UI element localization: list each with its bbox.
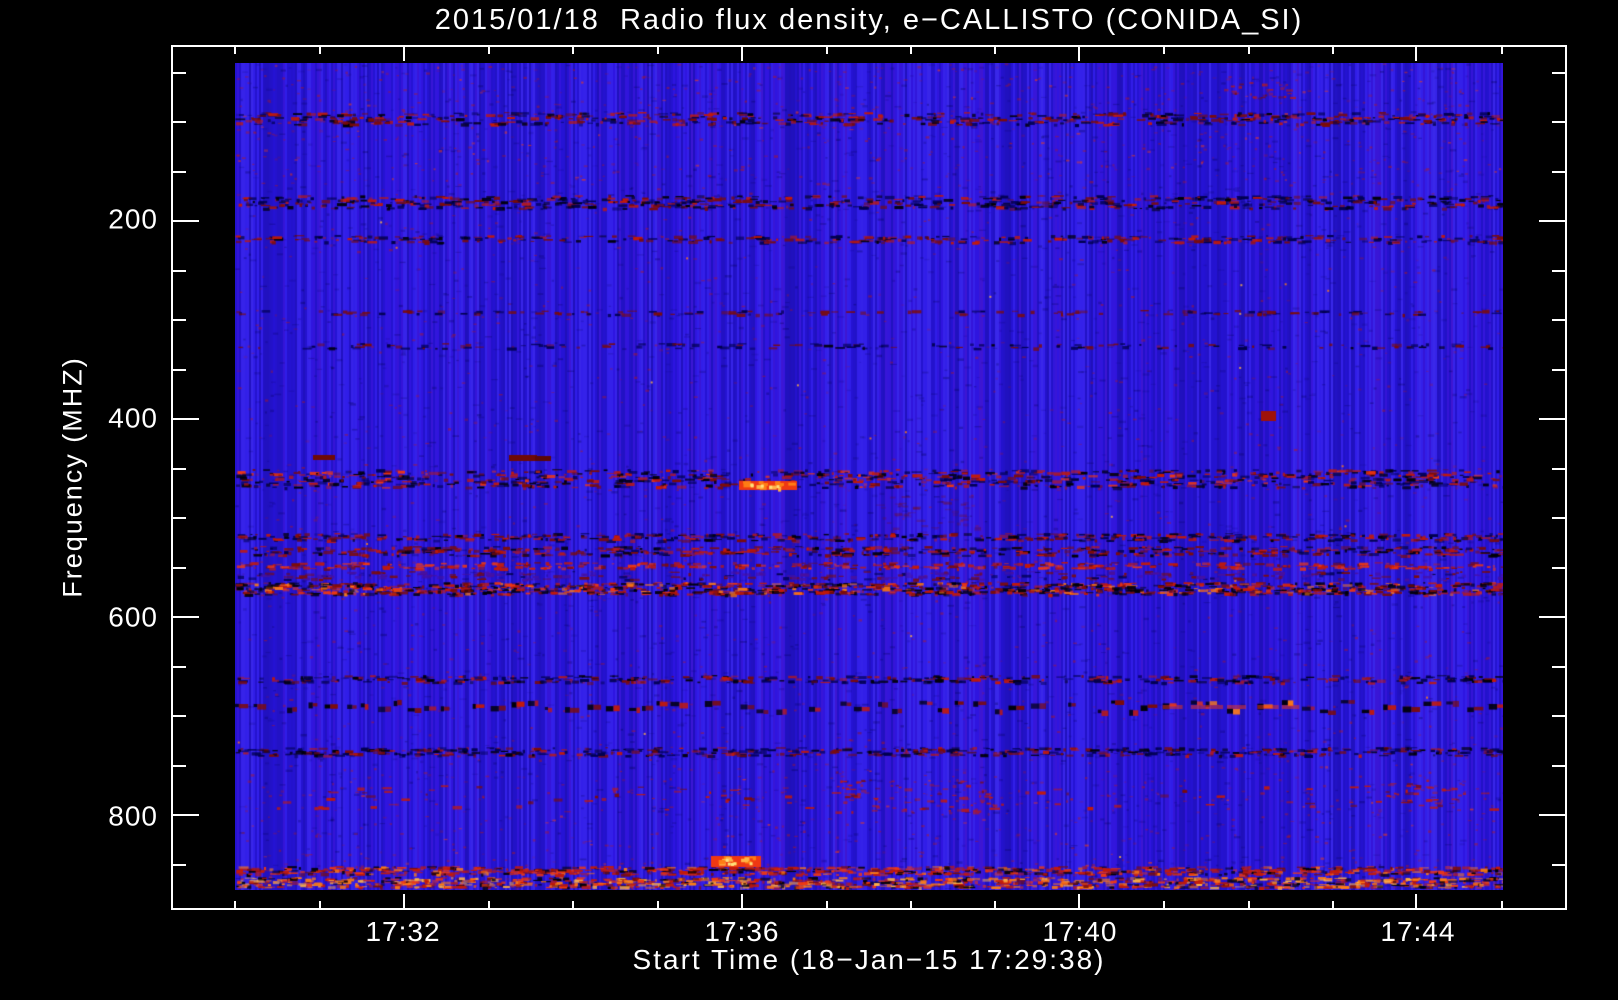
x-minor-tick (1332, 901, 1334, 908)
x-major-tick-mirror (403, 47, 405, 61)
y-major-tick-mirror (1539, 814, 1565, 816)
x-minor-tick-mirror (319, 47, 321, 54)
x-major-tick-mirror (1078, 47, 1080, 61)
spectrogram-image (235, 63, 1503, 890)
x-minor-tick (826, 901, 828, 908)
x-tick-label: 17:36 (704, 916, 780, 947)
y-tick-label: 200 (108, 203, 158, 235)
x-major-tick (1078, 894, 1080, 908)
x-minor-tick-mirror (572, 47, 574, 54)
x-minor-tick-mirror (488, 47, 490, 54)
y-minor-tick (173, 715, 186, 717)
x-major-tick-mirror (1415, 47, 1417, 61)
y-major-tick (173, 616, 199, 618)
x-minor-tick-mirror (1501, 47, 1503, 54)
y-major-tick (173, 418, 199, 420)
x-major-tick (741, 894, 743, 908)
y-minor-tick-mirror (1552, 517, 1565, 519)
y-minor-tick (173, 369, 186, 371)
x-major-tick (403, 894, 405, 908)
x-minor-tick (1163, 901, 1165, 908)
y-minor-tick (173, 319, 186, 321)
callisto-spectrogram-page: 2015/01/18 Radio flux density, e−CALLIST… (0, 0, 1618, 1000)
x-minor-tick-mirror (910, 47, 912, 54)
x-minor-tick-mirror (1248, 47, 1250, 54)
y-minor-tick-mirror (1552, 864, 1565, 866)
x-minor-tick-mirror (826, 47, 828, 54)
x-minor-tick-mirror (1163, 47, 1165, 54)
y-minor-tick (173, 468, 186, 470)
y-minor-tick (173, 171, 186, 173)
y-minor-tick-mirror (1552, 319, 1565, 321)
x-major-tick (1415, 894, 1417, 908)
y-minor-tick-mirror (1552, 121, 1565, 123)
x-axis-title: Start Time (18−Jan−15 17:29:38) (632, 944, 1106, 975)
x-minor-tick (234, 901, 236, 908)
x-major-tick-mirror (741, 47, 743, 61)
y-major-tick-mirror (1539, 616, 1565, 618)
x-minor-tick (319, 901, 321, 908)
x-minor-tick-mirror (994, 47, 996, 54)
y-tick-label: 800 (108, 800, 158, 832)
y-major-tick (173, 220, 199, 222)
x-minor-tick (657, 901, 659, 908)
y-minor-tick (173, 765, 186, 767)
y-minor-tick-mirror (1552, 171, 1565, 173)
x-tick-label: 17:44 (1380, 916, 1456, 947)
y-minor-tick-mirror (1552, 72, 1565, 74)
y-axis-title: Frequency (MHZ) (57, 356, 88, 598)
y-minor-tick (173, 72, 186, 74)
x-minor-tick (488, 901, 490, 908)
x-minor-tick (1501, 901, 1503, 908)
x-minor-tick (994, 901, 996, 908)
y-minor-tick (173, 121, 186, 123)
x-minor-tick (1248, 901, 1250, 908)
y-minor-tick-mirror (1552, 270, 1565, 272)
chart-title: 2015/01/18 Radio flux density, e−CALLIST… (434, 4, 1304, 36)
y-minor-tick-mirror (1552, 715, 1565, 717)
y-minor-tick (173, 864, 186, 866)
x-tick-label: 17:32 (365, 916, 441, 947)
plot-area (171, 45, 1567, 910)
x-minor-tick-mirror (1332, 47, 1334, 54)
y-tick-label: 400 (108, 402, 158, 434)
y-minor-tick (173, 567, 186, 569)
y-minor-tick-mirror (1552, 369, 1565, 371)
y-major-tick-mirror (1539, 220, 1565, 222)
y-minor-tick-mirror (1552, 666, 1565, 668)
x-minor-tick (572, 901, 574, 908)
x-minor-tick (910, 901, 912, 908)
y-minor-tick-mirror (1552, 765, 1565, 767)
y-major-tick-mirror (1539, 418, 1565, 420)
x-minor-tick-mirror (657, 47, 659, 54)
y-minor-tick-mirror (1552, 468, 1565, 470)
y-tick-label: 600 (108, 601, 158, 633)
x-tick-label: 17:40 (1042, 916, 1118, 947)
y-minor-tick-mirror (1552, 567, 1565, 569)
x-minor-tick-mirror (234, 47, 236, 54)
y-major-tick (173, 814, 199, 816)
y-minor-tick (173, 517, 186, 519)
y-minor-tick (173, 666, 186, 668)
y-minor-tick (173, 270, 186, 272)
